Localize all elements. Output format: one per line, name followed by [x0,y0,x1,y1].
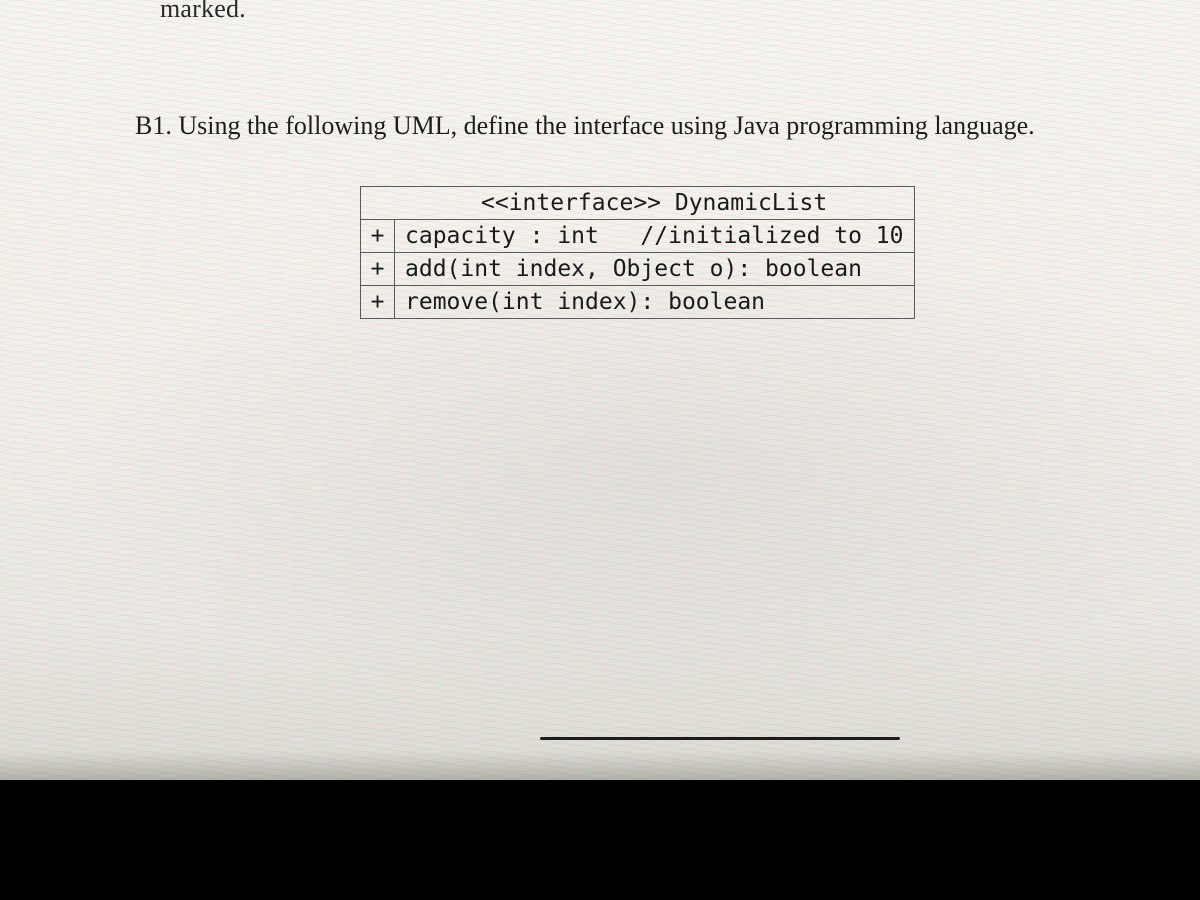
uml-visibility: + [361,253,395,286]
question-number: B1. [135,111,172,140]
uml-interface-table: <<interface>> DynamicList + capacity : i… [360,186,915,319]
uml-member-row: + remove(int index): boolean [361,286,915,319]
uml-member-row: + capacity : int //initialized to 10 [361,220,915,253]
uml-signature: add(int index, Object o): boolean [395,253,915,286]
below-screen-black [0,780,1200,900]
page-bottom-shadow [0,750,1200,780]
uml-visibility: + [361,220,395,253]
cutoff-previous-line: marked. [160,0,246,24]
uml-visibility: + [361,286,395,319]
page-footer-rule [540,737,900,740]
question-text: Using the following UML, define the inte… [178,111,1034,140]
uml-header-cell: <<interface>> DynamicList [361,187,915,220]
uml-header-row: <<interface>> DynamicList [361,187,915,220]
question-prompt: B1. Using the following UML, define the … [135,108,1140,143]
uml-signature: capacity : int //initialized to 10 [395,220,915,253]
uml-member-row: + add(int index, Object o): boolean [361,253,915,286]
document-page: marked. B1. Using the following UML, def… [0,0,1200,780]
uml-signature: remove(int index): boolean [395,286,915,319]
